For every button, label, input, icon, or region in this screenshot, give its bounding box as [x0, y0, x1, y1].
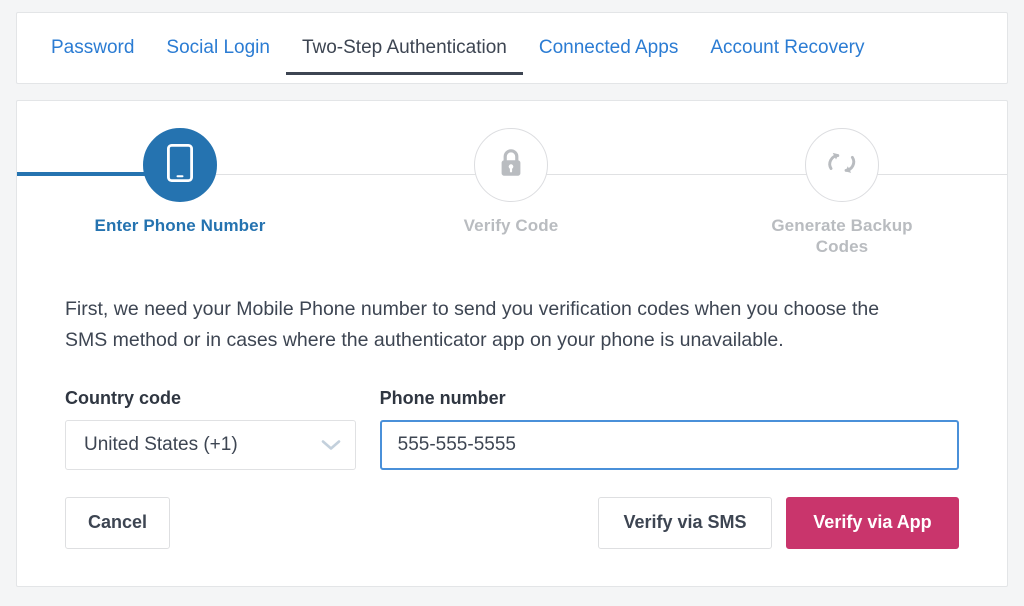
country-code-value: United States (+1) — [84, 433, 238, 455]
tab-label: Account Recovery — [710, 37, 865, 58]
tab-label: Two-Step Authentication — [301, 37, 507, 58]
verify-via-app-button[interactable]: Verify via App — [786, 496, 959, 549]
step-enter-phone-number[interactable]: Enter Phone Number — [85, 128, 275, 236]
setup-description: First, we need your Mobile Phone number … — [65, 298, 880, 351]
tab-list: Password Social Login Two-Step Authentic… — [17, 13, 1007, 83]
country-code-select[interactable]: United States (+1) — [65, 419, 356, 470]
verify-via-sms-button[interactable]: Verify via SMS — [598, 496, 772, 549]
phone-number-label: Phone number — [379, 387, 506, 408]
tab-social-login[interactable]: Social Login — [150, 13, 286, 83]
phone-number-input[interactable] — [379, 419, 959, 470]
chevron-down-icon — [321, 439, 341, 451]
tab-connected-apps[interactable]: Connected Apps — [523, 13, 694, 83]
step-bubble — [805, 128, 879, 202]
tab-password[interactable]: Password — [35, 13, 150, 83]
lock-icon — [496, 146, 526, 185]
form-actions: Cancel Verify via SMS Verify via App — [17, 470, 1007, 549]
step-bubble — [143, 128, 217, 202]
step-verify-code[interactable]: Verify Code — [416, 128, 606, 236]
step-generate-backup-codes[interactable]: Generate Backup Codes — [747, 128, 937, 258]
step-label: Generate Backup Codes — [771, 216, 913, 257]
tab-label: Connected Apps — [538, 37, 679, 58]
tab-two-step-authentication[interactable]: Two-Step Authentication — [285, 13, 523, 83]
cancel-button[interactable]: Cancel — [65, 496, 171, 549]
step-label: Verify Code — [463, 216, 559, 235]
phone-number-field: Phone number — [379, 387, 959, 470]
tab-account-recovery[interactable]: Account Recovery — [694, 13, 880, 83]
tab-label: Password — [51, 37, 135, 58]
tab-label: Social Login — [166, 37, 270, 58]
phone-entry-form: Country code United States (+1) Phone nu… — [17, 356, 1007, 470]
two-step-setup-card: Enter Phone Number Verify Code Generate … — [16, 100, 1008, 587]
country-code-label: Country code — [65, 387, 182, 408]
country-code-field: Country code United States (+1) — [65, 388, 356, 470]
settings-tabs-card: Password Social Login Two-Step Authentic… — [16, 12, 1008, 84]
sync-arrows-icon — [825, 148, 859, 183]
step-bubble — [474, 128, 548, 202]
setup-stepper: Enter Phone Number Verify Code Generate … — [17, 101, 1007, 266]
step-label: Enter Phone Number — [94, 216, 266, 235]
mobile-phone-icon — [166, 143, 194, 187]
